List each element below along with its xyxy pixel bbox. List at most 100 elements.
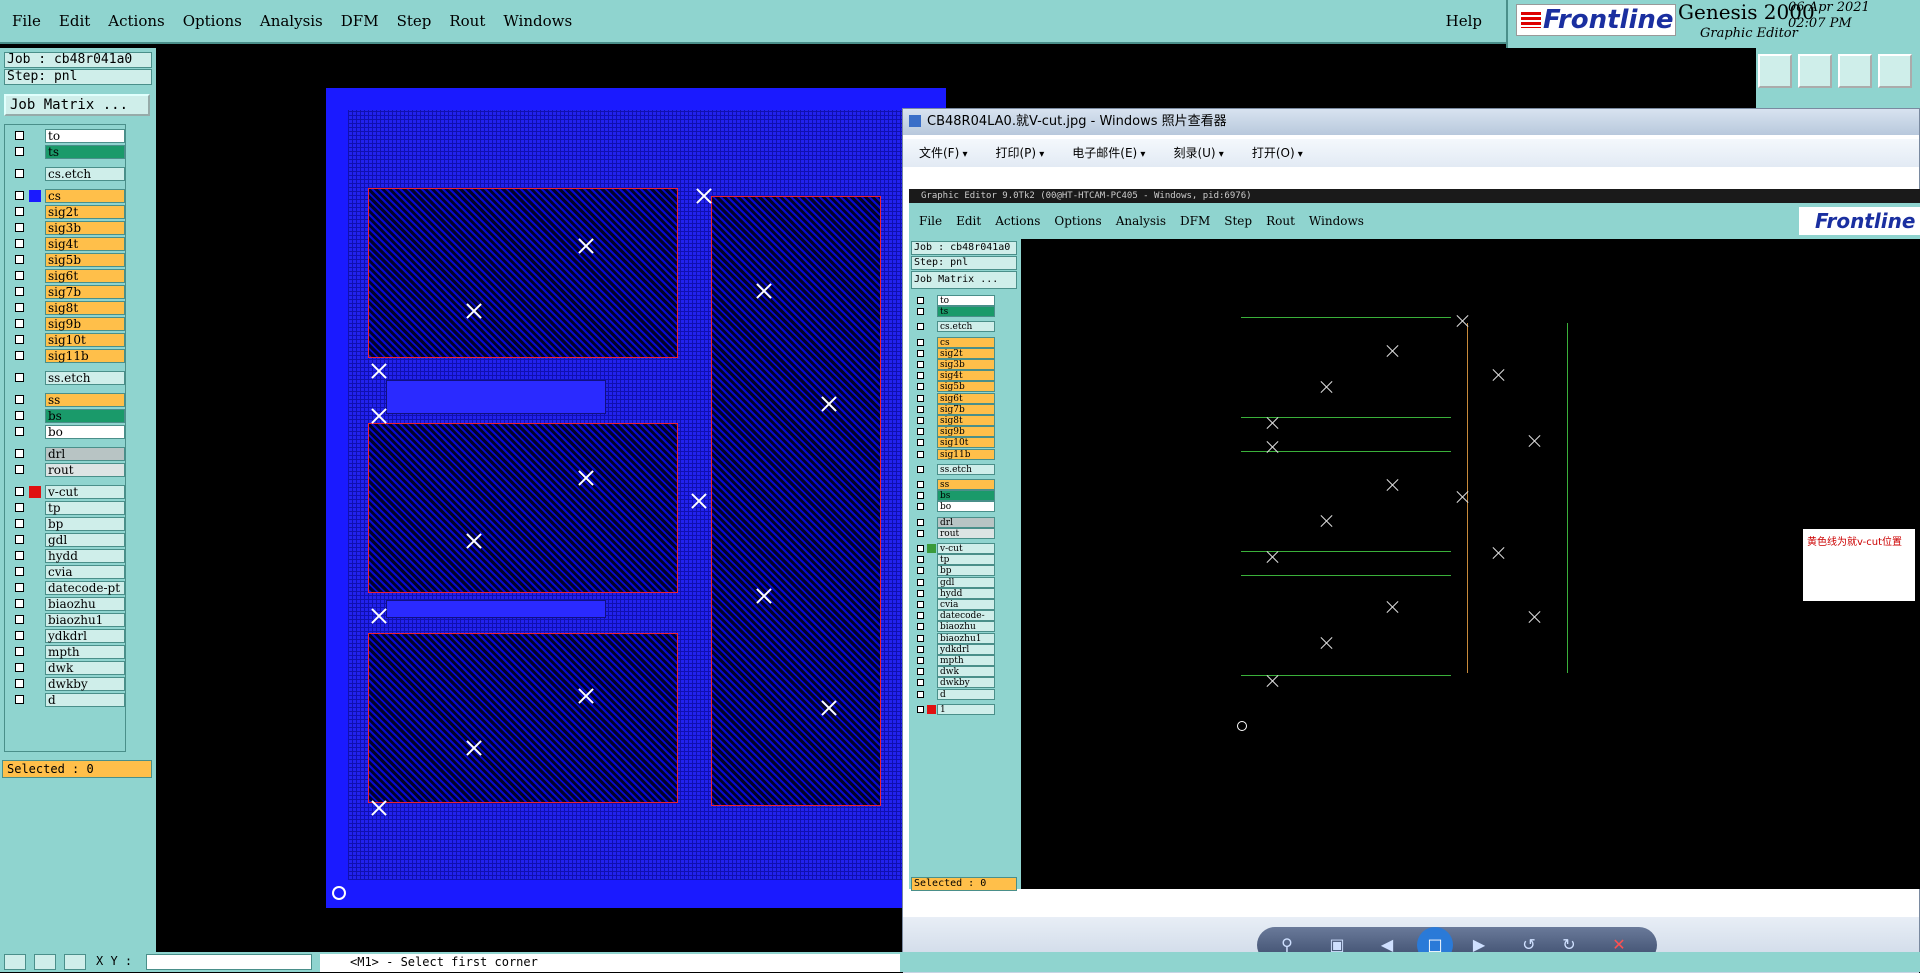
layer-row[interactable]: cvia: [7, 565, 125, 579]
layer-checkbox[interactable]: [15, 411, 24, 420]
layer-checkbox[interactable]: [15, 487, 24, 496]
layer-row[interactable]: ss.etch: [7, 371, 125, 385]
layer-checkbox[interactable]: [15, 567, 24, 576]
viewer-menu-file[interactable]: 文件(F): [919, 139, 967, 167]
layer-checkbox[interactable]: [15, 303, 24, 312]
layer-checkbox[interactable]: [15, 615, 24, 624]
layer-row[interactable]: sig5b: [7, 253, 125, 267]
layer-row[interactable]: v-cut: [7, 485, 125, 499]
menu-windows[interactable]: Windows: [503, 12, 572, 30]
viewer-menu-burn[interactable]: 刻录(U): [1173, 139, 1223, 167]
download-icon[interactable]: [1798, 54, 1832, 88]
layer-checkbox[interactable]: [15, 147, 24, 156]
layer-row[interactable]: bp: [7, 517, 125, 531]
layer-color-swatch: [29, 630, 41, 642]
layer-checkbox[interactable]: [15, 255, 24, 264]
layer-row[interactable]: sig7b: [7, 285, 125, 299]
viewer-menu-open[interactable]: 打开(O): [1252, 139, 1303, 167]
layer-checkbox[interactable]: [15, 207, 24, 216]
layer-checkbox[interactable]: [15, 395, 24, 404]
layer-checkbox[interactable]: [15, 519, 24, 528]
layer-row[interactable]: sig4t: [7, 237, 125, 251]
layer-checkbox[interactable]: [15, 503, 24, 512]
layer-row[interactable]: gdl: [7, 533, 125, 547]
layer-name: sig5b: [45, 253, 125, 267]
layer-row[interactable]: biaozhu1: [7, 613, 125, 627]
menu-edit[interactable]: Edit: [59, 12, 90, 30]
layer-row[interactable]: datecode-pt: [7, 581, 125, 595]
layer-row[interactable]: sig11b: [7, 349, 125, 363]
layer-row[interactable]: rout: [7, 463, 125, 477]
layer-row[interactable]: d: [7, 693, 125, 707]
layer-row[interactable]: to: [7, 129, 125, 143]
menu-actions[interactable]: Actions: [108, 12, 164, 30]
home-icon[interactable]: [1838, 54, 1872, 88]
layer-checkbox[interactable]: [15, 631, 24, 640]
layer-row[interactable]: bo: [7, 425, 125, 439]
status-button-2[interactable]: [34, 954, 56, 970]
upload-icon[interactable]: [1758, 54, 1792, 88]
layer-row[interactable]: mpth: [7, 645, 125, 659]
layer-checkbox[interactable]: [15, 679, 24, 688]
layer-checkbox[interactable]: [15, 319, 24, 328]
grid-icon[interactable]: [1878, 54, 1912, 88]
layer-checkbox[interactable]: [15, 271, 24, 280]
x-marker: [466, 303, 482, 319]
layer-checkbox[interactable]: [15, 647, 24, 656]
viewer-menu-email[interactable]: 电子邮件(E): [1072, 139, 1145, 167]
menu-rout[interactable]: Rout: [449, 12, 485, 30]
layer-row[interactable]: sig3b: [7, 221, 125, 235]
layer-name: cs: [45, 189, 125, 203]
layer-row[interactable]: sig9b: [7, 317, 125, 331]
layer-checkbox[interactable]: [15, 131, 24, 140]
layer-checkbox[interactable]: [15, 351, 24, 360]
layer-checkbox[interactable]: [15, 191, 24, 200]
menu-options[interactable]: Options: [183, 12, 242, 30]
layer-checkbox[interactable]: [15, 223, 24, 232]
menu-help[interactable]: Help: [1446, 12, 1482, 30]
viewer-menu-print[interactable]: 打印(P): [995, 139, 1044, 167]
vcut-line: [1241, 575, 1451, 576]
layer-checkbox[interactable]: [15, 551, 24, 560]
menu-dfm[interactable]: DFM: [341, 12, 379, 30]
layer-checkbox[interactable]: [15, 695, 24, 704]
layer-checkbox[interactable]: [15, 599, 24, 608]
layer-checkbox[interactable]: [15, 287, 24, 296]
layer-checkbox[interactable]: [15, 427, 24, 436]
layer-row[interactable]: bs: [7, 409, 125, 423]
layer-row[interactable]: dwk: [7, 661, 125, 675]
layer-row[interactable]: drl: [7, 447, 125, 461]
layer-checkbox[interactable]: [15, 449, 24, 458]
layer-row[interactable]: ts: [7, 145, 125, 159]
layer-checkbox[interactable]: [15, 169, 24, 178]
layer-row[interactable]: sig6t: [7, 269, 125, 283]
layer-row[interactable]: sig2t: [7, 205, 125, 219]
menu-step[interactable]: Step: [397, 12, 432, 30]
menu-analysis[interactable]: Analysis: [260, 12, 323, 30]
inner-layer-row: dwkby: [915, 677, 995, 689]
layer-checkbox[interactable]: [15, 465, 24, 474]
status-button-1[interactable]: [4, 954, 26, 970]
layer-row[interactable]: dwkby: [7, 677, 125, 691]
layer-row[interactable]: hydd: [7, 549, 125, 563]
layer-row[interactable]: ss: [7, 393, 125, 407]
layer-checkbox[interactable]: [15, 663, 24, 672]
layer-row[interactable]: cs.etch: [7, 167, 125, 181]
layer-row[interactable]: cs: [7, 189, 125, 203]
layer-row[interactable]: tp: [7, 501, 125, 515]
layer-checkbox[interactable]: [15, 373, 24, 382]
layer-row[interactable]: sig8t: [7, 301, 125, 315]
layer-checkbox[interactable]: [15, 535, 24, 544]
brand-area: Frontline Genesis 2000 Graphic Editor 06…: [1506, 0, 1920, 48]
job-matrix-button[interactable]: Job Matrix ...: [4, 94, 150, 116]
status-button-3[interactable]: [64, 954, 86, 970]
layer-row[interactable]: biaozhu: [7, 597, 125, 611]
layer-name: biaozhu1: [45, 613, 125, 627]
layer-checkbox[interactable]: [15, 335, 24, 344]
layer-row[interactable]: ydkdrl: [7, 629, 125, 643]
layer-checkbox[interactable]: [15, 583, 24, 592]
coordinate-input[interactable]: [146, 954, 312, 970]
layer-checkbox[interactable]: [15, 239, 24, 248]
menu-file[interactable]: File: [12, 12, 41, 30]
layer-row[interactable]: sig10t: [7, 333, 125, 347]
